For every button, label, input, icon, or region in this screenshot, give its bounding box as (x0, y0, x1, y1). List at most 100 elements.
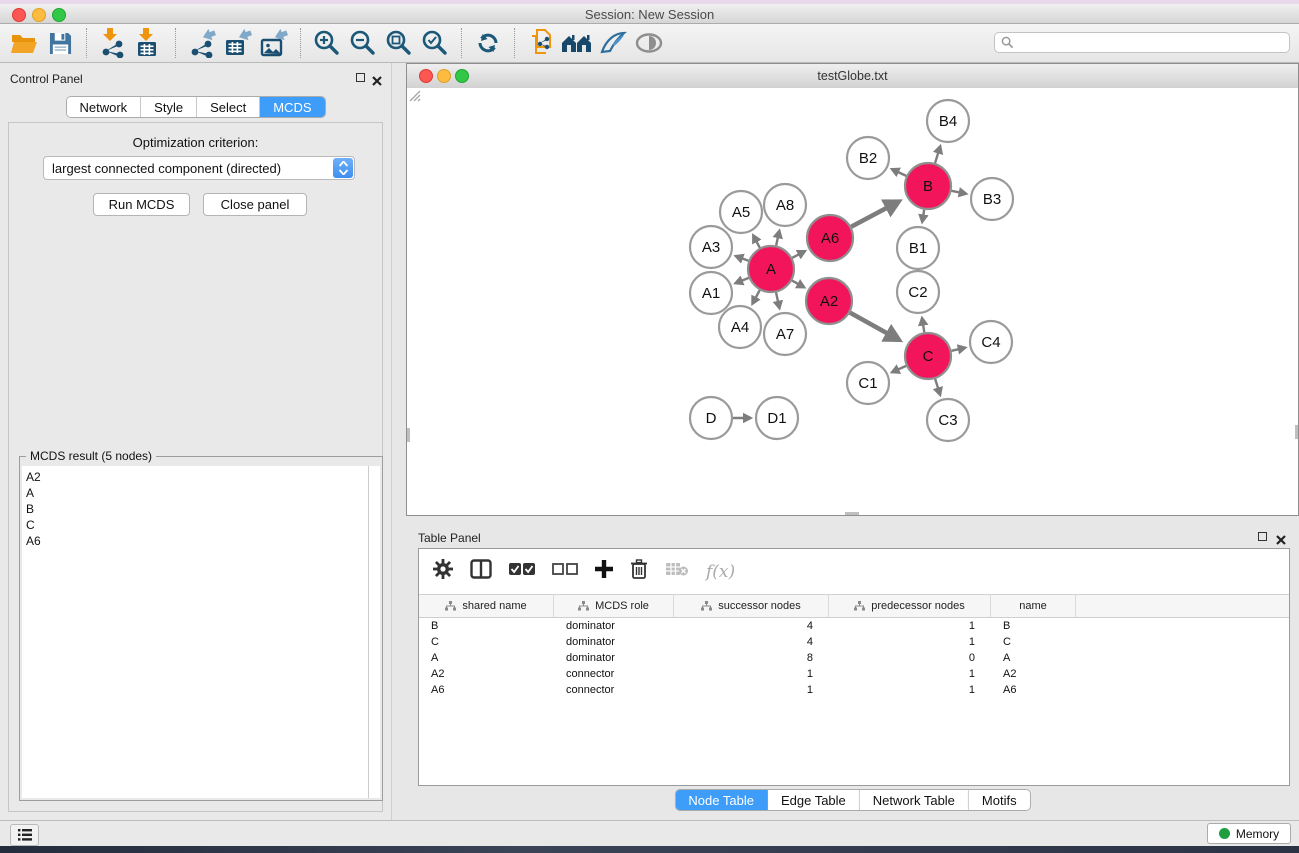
deselect-all-icon (552, 562, 578, 576)
svg-text:B2: B2 (859, 150, 877, 167)
control-panel-tabs: Network Style Select MCDS (65, 96, 325, 118)
delete-column-button[interactable] (630, 559, 648, 584)
close-panel-icon[interactable] (1276, 532, 1287, 543)
toolbar-separator (175, 28, 176, 58)
network-canvas[interactable]: B4B2BB3A5A8A6B1A3AC2A1A2A4A7C4CC1C3DD1 (407, 88, 1298, 515)
table-row[interactable]: A dominator 8 0 A (419, 650, 1289, 666)
table-row[interactable]: C dominator 4 1 C (419, 634, 1289, 650)
network-title: testGlobe.txt (407, 69, 1298, 83)
cell-successor-nodes: 8 (674, 650, 829, 666)
left-scroll-thumb[interactable] (407, 428, 410, 442)
memory-button[interactable]: Memory (1207, 823, 1291, 844)
column-header-shared-name[interactable]: shared name (419, 595, 554, 617)
open-file-button[interactable] (6, 27, 42, 59)
import-table-icon (136, 28, 162, 58)
table-settings-button[interactable] (433, 559, 453, 584)
table-row[interactable]: A6 connector 1 1 A6 (419, 682, 1289, 698)
network-titlebar[interactable]: testGlobe.txt (407, 64, 1298, 89)
column-header-name[interactable]: name (991, 595, 1076, 617)
export-table-icon (224, 28, 252, 58)
table-toolbar: f(x) (419, 549, 1289, 595)
result-item[interactable]: B (26, 501, 369, 517)
close-panel-button[interactable]: Close panel (203, 193, 307, 216)
close-panel-icon[interactable] (372, 73, 383, 84)
export-table-button[interactable] (220, 27, 256, 59)
column-header-predecessor-nodes[interactable]: predecessor nodes (829, 595, 991, 617)
tab-network-table[interactable]: Network Table (860, 790, 969, 810)
result-item[interactable]: A (26, 485, 369, 501)
result-item[interactable]: A2 (26, 469, 369, 485)
result-item[interactable]: A6 (26, 533, 369, 549)
save-session-button[interactable] (42, 27, 78, 59)
search-input[interactable] (1014, 34, 1289, 52)
svg-text:A7: A7 (776, 326, 794, 343)
tab-node-table[interactable]: Node Table (675, 790, 768, 810)
function-builder-button[interactable]: f(x) (706, 562, 735, 582)
cell-name: C (991, 634, 1076, 650)
status-bar: Memory (0, 820, 1299, 846)
zoom-fit-button[interactable] (381, 27, 417, 59)
cell-successor-nodes: 1 (674, 666, 829, 682)
table-row[interactable]: B dominator 4 1 B (419, 618, 1289, 634)
search-field (994, 32, 1290, 53)
tab-network[interactable]: Network (66, 97, 141, 117)
result-scrollbar[interactable] (368, 466, 380, 798)
task-history-button[interactable] (10, 824, 39, 846)
zoom-in-button[interactable] (309, 27, 345, 59)
refresh-icon (475, 30, 501, 56)
column-header-successor-nodes[interactable]: successor nodes (674, 595, 829, 617)
right-scroll-thumb[interactable] (1295, 425, 1298, 439)
column-manager-button[interactable] (470, 559, 492, 584)
zoom-out-button[interactable] (345, 27, 381, 59)
export-image-button[interactable] (256, 27, 292, 59)
cell-predecessor-nodes: 0 (829, 650, 991, 666)
tab-style[interactable]: Style (141, 97, 197, 117)
cell-predecessor-nodes: 1 (829, 682, 991, 698)
svg-text:A5: A5 (732, 204, 750, 221)
mcds-result-list[interactable]: A2 A B C A6 (22, 466, 369, 798)
toolbar-separator (300, 28, 301, 58)
network-graph[interactable]: B4B2BB3A5A8A6B1A3AC2A1A2A4A7C4CC1C3DD1 (407, 88, 1298, 515)
cell-predecessor-nodes: 1 (829, 618, 991, 634)
import-network-button[interactable] (95, 27, 131, 59)
apply-layout-button[interactable] (470, 27, 506, 59)
import-network-icon (99, 28, 127, 58)
add-column-button[interactable] (595, 560, 613, 583)
svg-text:B3: B3 (983, 191, 1001, 208)
cell-mcds-role: dominator (554, 618, 674, 634)
toolbar-separator (514, 28, 515, 58)
select-all-button[interactable] (509, 562, 535, 581)
tab-edge-table[interactable]: Edge Table (768, 790, 860, 810)
resize-grip-icon[interactable] (407, 88, 421, 102)
shared-column-icon (701, 601, 712, 611)
gear-icon (433, 559, 453, 579)
float-panel-icon[interactable] (1258, 532, 1269, 543)
tab-motifs[interactable]: Motifs (969, 790, 1030, 810)
deselect-all-button[interactable] (552, 562, 578, 581)
cell-mcds-role: dominator (554, 634, 674, 650)
table-row[interactable]: A2 connector 1 1 A2 (419, 666, 1289, 682)
bottom-scroll-thumb[interactable] (845, 512, 859, 515)
cell-shared-name: C (419, 634, 554, 650)
shared-column-icon (578, 601, 589, 611)
import-table-button[interactable] (131, 27, 167, 59)
cell-mcds-role: connector (554, 682, 674, 698)
column-header-mcds-role[interactable]: MCDS role (554, 595, 674, 617)
first-neighbors-button[interactable] (559, 27, 595, 59)
svg-text:D1: D1 (767, 410, 786, 427)
export-network-button[interactable] (184, 27, 220, 59)
result-item[interactable]: C (26, 517, 369, 533)
zoom-selected-button[interactable] (417, 27, 453, 59)
svg-text:C: C (923, 348, 934, 365)
criterion-select[interactable]: largest connected component (directed) (43, 156, 355, 180)
delete-table-button[interactable] (665, 561, 689, 582)
copy-network-button[interactable] (523, 27, 559, 59)
float-panel-icon[interactable] (356, 73, 367, 84)
run-mcds-button[interactable]: Run MCDS (93, 193, 190, 216)
tab-select[interactable]: Select (197, 97, 260, 117)
cell-name: A2 (991, 666, 1076, 682)
apply-style-button[interactable] (595, 27, 631, 59)
show-hide-button[interactable] (631, 27, 667, 59)
column-label: name (1019, 600, 1047, 612)
tab-mcds[interactable]: MCDS (260, 97, 324, 117)
